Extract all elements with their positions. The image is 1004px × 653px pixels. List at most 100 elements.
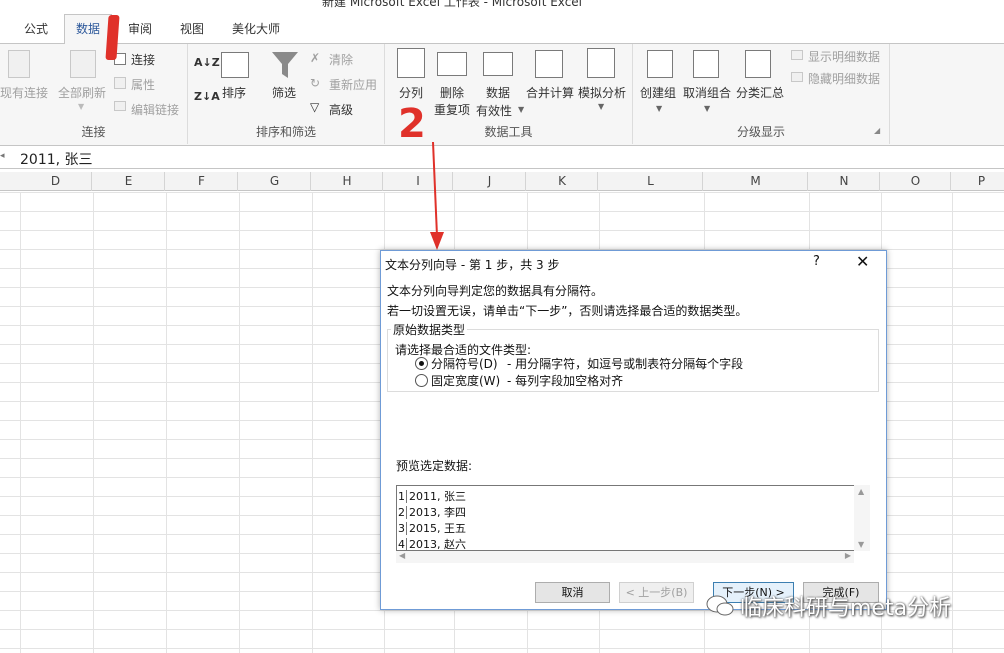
window-titlebar: 新建 Microsoft Excel 工作表 - Microsoft Excel xyxy=(0,0,1004,12)
remove-duplicates-icon xyxy=(437,52,467,76)
grid-line xyxy=(93,192,94,653)
column-header-e[interactable]: E xyxy=(93,172,165,191)
clear-icon: ✗ xyxy=(310,51,321,65)
consolidate-button[interactable]: 合并计算 xyxy=(526,84,574,101)
wechat-icon xyxy=(706,595,734,616)
hide-detail-button[interactable]: 隐藏明细数据 xyxy=(808,70,880,87)
preview-label: 预览选定数据: xyxy=(396,459,473,473)
clear-button[interactable]: 清除 xyxy=(329,51,353,68)
scroll-down-icon[interactable]: ▼ xyxy=(858,540,864,549)
close-button[interactable]: ✕ xyxy=(856,252,869,271)
tab-data[interactable]: 数据 xyxy=(64,14,112,45)
formula-bar[interactable]: ◂ 2011, 张三 xyxy=(0,147,1004,169)
formula-bar-value[interactable]: 2011, 张三 xyxy=(20,149,93,169)
connections-button[interactable]: 连接 xyxy=(131,51,155,68)
advanced-icon: ▽ xyxy=(310,100,320,114)
column-header-l[interactable]: L xyxy=(599,172,703,191)
column-headers: D E F G H I J K L M N O P xyxy=(0,172,1004,191)
filter-button[interactable]: 筛选 xyxy=(272,84,296,101)
preview-row-number: 3 xyxy=(398,522,407,535)
tab-review[interactable]: 审阅 xyxy=(122,18,158,44)
text-to-columns-dialog: 文本分列向导 - 第 1 步，共 3 步 ? ✕ 文本分列向导判定您的数据具有分… xyxy=(380,250,887,610)
scroll-left-icon[interactable]: ◀ xyxy=(399,551,405,560)
edit-links-button[interactable]: 编辑链接 xyxy=(131,101,179,118)
preview-row-number: 4 xyxy=(398,538,407,551)
tab-view[interactable]: 视图 xyxy=(174,18,210,44)
advanced-button[interactable]: 高级 xyxy=(329,101,353,118)
column-header-m[interactable]: M xyxy=(704,172,808,191)
what-if-button[interactable]: 模拟分析 xyxy=(578,84,626,101)
grid-line xyxy=(952,192,953,653)
reapply-button[interactable]: 重新应用 xyxy=(329,76,377,93)
tab-beautify[interactable]: 美化大师 xyxy=(226,18,286,44)
data-validation-dropdown-icon: ▼ xyxy=(518,105,525,114)
sort-descending-icon[interactable]: Z↓A xyxy=(194,90,220,103)
preview-row: 2 2013, 李四 xyxy=(397,504,466,520)
remove-duplicates-label-2: 重复项 xyxy=(434,103,471,117)
existing-connections-icon xyxy=(8,50,30,78)
dialog-launcher-icon[interactable]: ◢ xyxy=(874,126,880,135)
back-button[interactable]: < 上一步(B) xyxy=(619,582,694,603)
group-connections: 现有连接 全部刷新 ▼ 连接 属性 编辑链接 连接 xyxy=(0,44,188,144)
properties-icon xyxy=(114,77,126,89)
grid-line xyxy=(166,192,167,653)
reapply-icon: ↻ xyxy=(310,76,321,90)
namebox-arrow-icon[interactable]: ◂ xyxy=(0,151,5,161)
column-header-f[interactable]: F xyxy=(166,172,238,191)
grid-line xyxy=(239,192,240,653)
tab-formulas[interactable]: 公式 xyxy=(18,18,54,44)
subtotal-button[interactable]: 分类汇总 xyxy=(736,84,784,101)
fixed-width-description: - 每列字段加空格对齐 xyxy=(507,374,624,388)
group-outline: 创建组 ▼ 取消组合 ▼ 分类汇总 显示明细数据 隐藏明细数据 分级显示 ◢ xyxy=(633,44,890,144)
sort-button[interactable]: 排序 xyxy=(222,84,246,101)
column-header-j[interactable]: J xyxy=(454,172,526,191)
scroll-up-icon[interactable]: ▲ xyxy=(858,487,864,496)
fixed-width-label[interactable]: 固定宽度(W) xyxy=(431,372,500,389)
sort-ascending-icon[interactable]: A↓Z xyxy=(194,56,220,69)
group-label-connections: 连接 xyxy=(81,125,106,139)
preview-row-text: 2013, 李四 xyxy=(409,506,466,519)
text-to-columns-button[interactable]: 分列 xyxy=(399,84,423,101)
data-preview-box[interactable]: 1 2011, 张三 2 2013, 李四 3 2015, 王五 4 2013, 赵六 xyxy=(396,485,868,551)
cancel-button[interactable]: 取消 xyxy=(535,582,610,603)
preview-vertical-scrollbar[interactable]: ▲ ▼ xyxy=(854,485,870,551)
column-header-n[interactable]: N xyxy=(809,172,880,191)
delimited-radio[interactable] xyxy=(415,357,428,370)
show-detail-button[interactable]: 显示明细数据 xyxy=(808,48,880,65)
preview-row: 4 2013, 赵六 xyxy=(397,536,466,551)
hide-detail-icon xyxy=(791,72,803,82)
refresh-all-button[interactable]: 全部刷新 xyxy=(58,84,106,101)
filter-icon xyxy=(272,52,298,78)
dialog-intro-line-1: 文本分列向导判定您的数据具有分隔符。 xyxy=(387,284,604,298)
properties-button[interactable]: 属性 xyxy=(131,76,155,93)
sort-dialog-icon xyxy=(221,52,249,78)
fixed-width-radio[interactable] xyxy=(415,374,428,387)
column-header-d[interactable]: D xyxy=(20,172,92,191)
subtotal-icon xyxy=(745,50,771,78)
preview-row-text: 2013, 赵六 xyxy=(409,538,466,551)
column-header-h[interactable]: H xyxy=(312,172,383,191)
column-header-p[interactable]: P xyxy=(952,172,1004,191)
ribbon-tabs: 公式 数据 审阅 视图 美化大师 xyxy=(0,12,1004,45)
scroll-right-icon[interactable]: ▶ xyxy=(845,551,851,560)
group-button[interactable]: 创建组 xyxy=(640,84,676,101)
ribbon: 现有连接 全部刷新 ▼ 连接 属性 编辑链接 连接 A↓Z Z↓A 排序 筛选 … xyxy=(0,44,1004,146)
refresh-dropdown-icon: ▼ xyxy=(78,102,85,111)
column-header-g[interactable]: G xyxy=(239,172,311,191)
help-button[interactable]: ? xyxy=(813,254,820,269)
grid-line xyxy=(312,192,313,653)
ungroup-dropdown-icon: ▼ xyxy=(704,104,711,113)
watermark-text: 临床科研与meta分析 xyxy=(740,596,952,621)
preview-row: 3 2015, 王五 xyxy=(397,520,466,536)
data-validation-button[interactable]: 数据 xyxy=(486,84,510,101)
existing-connections-button[interactable]: 现有连接 xyxy=(0,84,48,101)
edit-links-icon xyxy=(114,101,126,111)
column-header-o[interactable]: O xyxy=(881,172,951,191)
delimited-label[interactable]: 分隔符号(D) xyxy=(431,355,498,372)
ungroup-button[interactable]: 取消组合 xyxy=(683,84,731,101)
preview-row-number: 1 xyxy=(398,490,407,503)
remove-duplicates-button[interactable]: 删除 xyxy=(440,84,464,101)
preview-row-number: 2 xyxy=(398,506,407,519)
preview-horizontal-scrollbar[interactable]: ◀ ▶ xyxy=(396,551,854,563)
column-header-k[interactable]: K xyxy=(527,172,598,191)
